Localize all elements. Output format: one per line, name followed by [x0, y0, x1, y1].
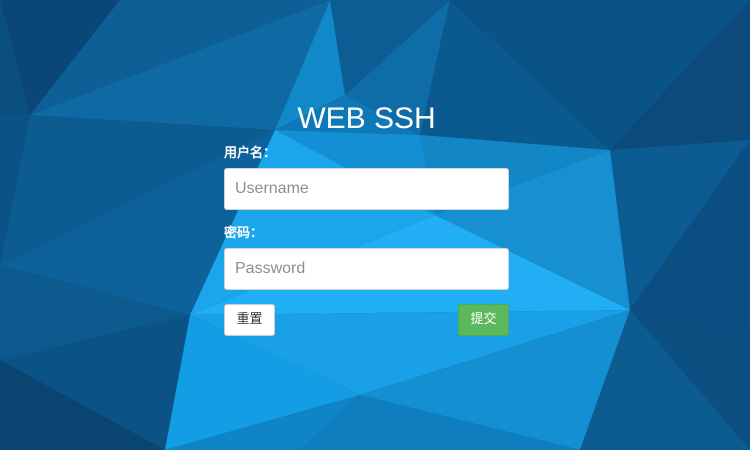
password-label: 密码：: [224, 226, 264, 241]
password-field[interactable]: [224, 248, 509, 290]
low-poly-background: [0, 0, 750, 450]
username-field[interactable]: [224, 168, 509, 210]
reset-button[interactable]: 重置: [224, 304, 275, 336]
submit-button[interactable]: 提交: [458, 304, 509, 336]
login-screen: WEB SSH 用户名： 密码： 重置 提交: [0, 0, 750, 450]
page-title: WEB SSH: [297, 102, 436, 135]
username-label: 用户名：: [224, 146, 277, 161]
